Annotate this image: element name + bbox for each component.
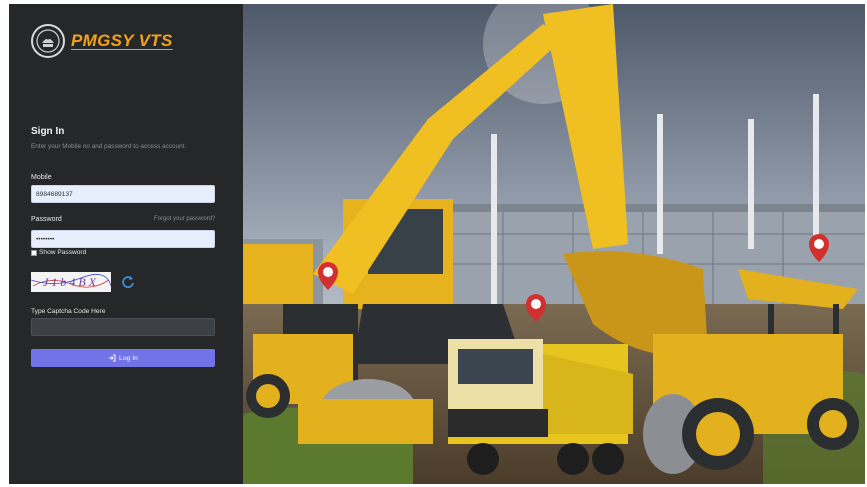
- signin-subtitle: Enter your Mobile no and password to acc…: [31, 143, 187, 150]
- captcha-text: J1b4BX: [43, 274, 99, 289]
- logo: PMGSY VTS: [31, 24, 173, 58]
- signin-title: Sign In: [31, 126, 65, 137]
- refresh-icon[interactable]: [121, 274, 135, 288]
- mobile-input[interactable]: [31, 185, 215, 203]
- captcha-input-label: Type Captcha Code Here: [31, 308, 106, 315]
- password-label: Password: [31, 216, 62, 223]
- brand-name: PMGSY VTS: [71, 31, 173, 50]
- show-password-row: Show Password: [31, 249, 86, 256]
- captcha-image: J1b4BX: [31, 272, 111, 292]
- password-input[interactable]: [31, 230, 215, 248]
- login-button[interactable]: Log In: [31, 349, 215, 367]
- construction-vehicles-illustration: [243, 4, 865, 484]
- login-button-label: Log In: [119, 354, 138, 362]
- show-password-checkbox[interactable]: [31, 249, 37, 256]
- mobile-label: Mobile: [31, 174, 52, 181]
- login-page: PMGSY VTS Sign In Enter your Mobile no a…: [9, 4, 865, 484]
- login-panel: PMGSY VTS Sign In Enter your Mobile no a…: [9, 4, 243, 484]
- captcha-input[interactable]: [31, 318, 215, 336]
- forgot-password-link[interactable]: Forgot your password?: [154, 216, 215, 222]
- sign-in-icon: [109, 354, 116, 362]
- show-password-label[interactable]: Show Password: [39, 249, 86, 256]
- state-emblem-icon: [31, 24, 65, 58]
- hero-image: [243, 4, 865, 484]
